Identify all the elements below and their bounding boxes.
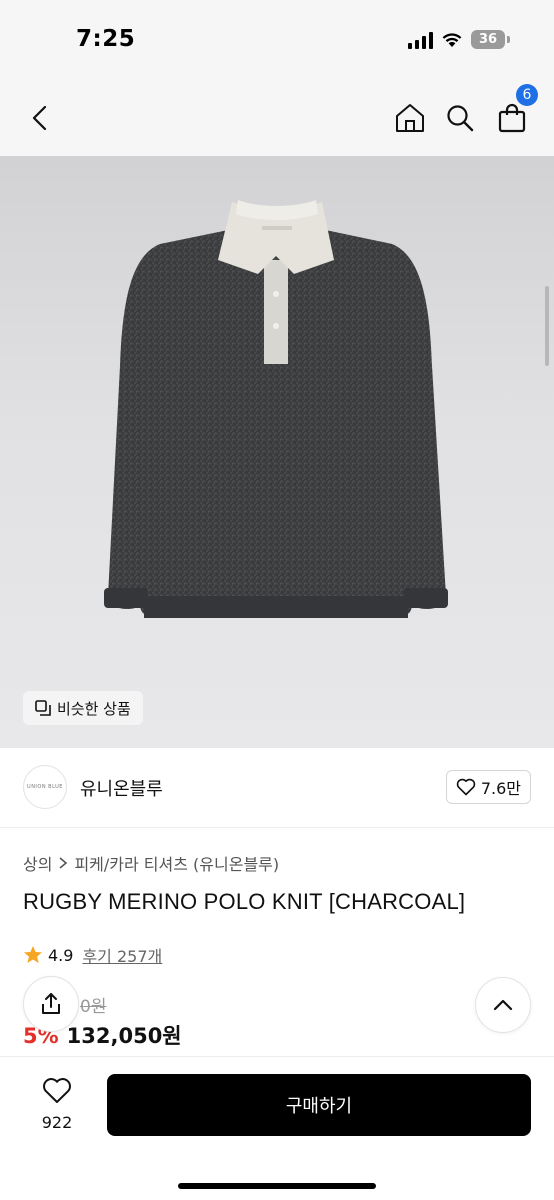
copy-icon bbox=[35, 700, 51, 716]
brand-name[interactable]: 유니온블루 bbox=[80, 775, 163, 801]
battery-cap bbox=[507, 36, 510, 43]
breadcrumb: 상의 피케/카라 티셔츠 (유니온블루) bbox=[23, 851, 279, 875]
status-bar: 7:25 36 bbox=[0, 0, 554, 84]
home-button[interactable] bbox=[392, 100, 428, 136]
brand-logo[interactable]: UNION BLUE bbox=[23, 765, 67, 809]
breadcrumb-subcategory[interactable]: 피케/카라 티셔츠 (유니온블루) bbox=[74, 851, 279, 875]
top-navigation: 6 bbox=[0, 84, 554, 156]
cart-count-badge: 6 bbox=[516, 84, 538, 106]
wishlist-button[interactable]: 922 bbox=[30, 1077, 84, 1132]
status-time: 7:25 bbox=[76, 26, 136, 52]
cellular-signal-icon bbox=[408, 31, 433, 49]
wifi-icon bbox=[442, 33, 462, 47]
status-icons: 36 bbox=[408, 30, 510, 49]
chevron-right-icon bbox=[59, 857, 68, 869]
scroll-indicator[interactable] bbox=[545, 286, 549, 366]
wishlist-count: 922 bbox=[41, 1113, 73, 1132]
search-button[interactable] bbox=[442, 100, 478, 136]
rating-row: 4.9 후기 257개 bbox=[23, 943, 162, 967]
chevron-up-icon bbox=[493, 999, 513, 1011]
product-image[interactable] bbox=[0, 156, 554, 748]
star-icon bbox=[24, 946, 42, 963]
rating-value: 4.9 bbox=[48, 945, 74, 965]
heart-icon bbox=[43, 1078, 71, 1103]
product-title: RUGBY MERINO POLO KNIT [CHARCOAL] bbox=[23, 889, 466, 914]
share-button[interactable] bbox=[23, 976, 79, 1032]
bottom-action-bar: 922 구매하기 bbox=[0, 1056, 554, 1200]
original-price: 0원 bbox=[80, 997, 107, 1017]
breadcrumb-category[interactable]: 상의 bbox=[23, 851, 52, 875]
heart-icon bbox=[456, 778, 476, 796]
buy-button[interactable]: 구매하기 bbox=[107, 1074, 531, 1136]
scroll-to-top-button[interactable] bbox=[475, 977, 531, 1033]
chevron-left-icon bbox=[32, 105, 47, 131]
reviews-link[interactable]: 후기 257개 bbox=[82, 943, 162, 967]
similar-products-button[interactable]: 비슷한 상품 bbox=[23, 691, 143, 725]
brand-logo-text: UNION BLUE bbox=[27, 784, 63, 790]
similar-products-label: 비슷한 상품 bbox=[57, 699, 131, 718]
shopping-bag-icon bbox=[498, 103, 526, 133]
home-indicator[interactable] bbox=[178, 1183, 376, 1189]
home-icon bbox=[396, 104, 424, 132]
brand-row: UNION BLUE 유니온블루 7.6만 bbox=[0, 748, 554, 828]
back-button[interactable] bbox=[22, 100, 58, 136]
sale-price: 132,050원 bbox=[66, 1024, 182, 1048]
cart-button[interactable]: 6 bbox=[494, 84, 538, 136]
search-icon bbox=[447, 105, 474, 132]
brand-like-button[interactable]: 7.6만 bbox=[445, 770, 531, 804]
battery-indicator: 36 bbox=[471, 30, 505, 49]
polo-knit-sweater-image bbox=[104, 200, 448, 618]
share-icon bbox=[42, 993, 60, 1014]
brand-like-count: 7.6만 bbox=[480, 779, 521, 798]
buy-button-label: 구매하기 bbox=[285, 1096, 353, 1117]
